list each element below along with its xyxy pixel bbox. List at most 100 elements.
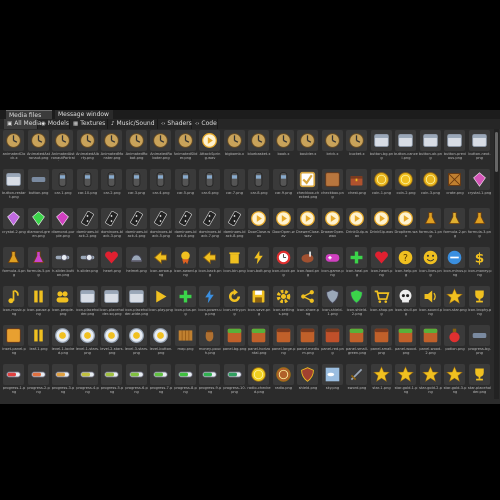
media-asset-item[interactable]: formula-4.png [2, 247, 26, 281]
tab-message-window[interactable]: Message window [55, 110, 113, 119]
media-asset-item[interactable]: panel-small.png [370, 325, 394, 359]
media-asset-item[interactable]: panel-wood.png [394, 325, 418, 359]
media-asset-item[interactable]: AnimatedRoboter.png [149, 130, 173, 164]
media-asset-item[interactable]: progress-6.png [125, 364, 149, 398]
filter-tab-models[interactable]: ◉ Models [38, 119, 70, 129]
media-asset-item[interactable]: icon-shield-2.png [345, 286, 369, 320]
media-asset-item[interactable]: car-9.png [272, 169, 296, 203]
media-asset-item[interactable]: bucket.x [345, 130, 369, 164]
media-asset-item[interactable]: icon-shield-1.png [321, 286, 345, 320]
media-asset-item[interactable]: checkbox.png [321, 169, 345, 203]
media-asset-item[interactable]: panel-bg.png [223, 325, 247, 359]
media-asset-item[interactable]: star-1.png [370, 364, 394, 398]
media-asset-item[interactable]: dominoes-black-8.png [223, 208, 247, 242]
media-asset-item[interactable]: chest.png [345, 169, 369, 203]
media-asset-item[interactable]: icon-food.png [296, 247, 320, 281]
media-asset-item[interactable]: car-2.png [100, 169, 124, 203]
media-asset-item[interactable]: icon-placeholder-sq.png [100, 286, 124, 320]
media-asset-item[interactable]: crystal-1.png [468, 169, 492, 203]
media-asset-item[interactable]: DropItem.wav [394, 208, 418, 242]
media-asset-item[interactable]: h-slider-button.png [51, 247, 75, 281]
media-asset-item[interactable]: diamond-green.png [27, 208, 51, 242]
filter-tab-shaders[interactable]: ‹› Shaders [158, 119, 192, 129]
media-asset-item[interactable]: icon-shop.png [370, 286, 394, 320]
media-asset-item[interactable]: formula-1.png [419, 208, 443, 242]
media-asset-item[interactable]: brick.x [321, 130, 345, 164]
media-asset-item[interactable]: DrawerClose.wav [296, 208, 320, 242]
media-asset-item[interactable]: icon-back.png [198, 247, 222, 281]
media-asset-item[interactable]: dominoes-black-3.png [100, 208, 124, 242]
media-asset-item[interactable]: icon-star.png [443, 286, 467, 320]
media-asset-item[interactable]: star-gold-1.png [394, 364, 418, 398]
media-asset-item[interactable]: potion.png [443, 325, 467, 359]
media-asset-item[interactable]: progress-1.png [2, 364, 26, 398]
media-asset-item[interactable]: level-1-locked.png [51, 325, 75, 359]
media-asset-item[interactable]: icon-lives.png [419, 247, 443, 281]
media-asset-item[interactable]: money-pouch.png [198, 325, 222, 359]
media-asset-item[interactable]: map.png [174, 325, 198, 359]
media-asset-item[interactable]: formula-5.png [27, 247, 51, 281]
media-asset-item[interactable]: formula-2.png [443, 208, 467, 242]
media-asset-item[interactable]: heart.png [100, 247, 124, 281]
media-asset-item[interactable]: icon-pause.png [27, 286, 51, 320]
media-asset-item[interactable]: formula-3.png [468, 208, 492, 242]
media-asset-item[interactable]: DoorOpen.wav [272, 208, 296, 242]
filter-tab-code[interactable]: ‹› Code [192, 119, 218, 129]
media-asset-item[interactable]: h-slider.png [76, 247, 100, 281]
media-asset-item[interactable]: icon-arrow.png [149, 247, 173, 281]
media-asset-item[interactable]: icon-plus.png [174, 286, 198, 320]
media-asset-item[interactable]: level-button.png [149, 325, 173, 359]
media-asset-item[interactable]: icon-people.png [51, 286, 75, 320]
media-asset-item[interactable]: icon-save.png [247, 286, 271, 320]
media-asset-item[interactable]: icon-power-up.png [198, 286, 222, 320]
media-asset-item[interactable]: progress-8.png [174, 364, 198, 398]
media-asset-item[interactable]: bigbomb.x [223, 130, 247, 164]
media-asset-item[interactable]: book.x [272, 130, 296, 164]
media-asset-item[interactable]: panel-horizontal.png [247, 325, 271, 359]
media-asset-item[interactable]: radio-checked.png [247, 364, 271, 398]
media-asset-item[interactable]: car-3.png [125, 169, 149, 203]
media-asset-item[interactable]: coin-3.png [419, 169, 443, 203]
scrollbar-thumb[interactable] [495, 132, 498, 172]
media-asset-item[interactable]: dominoes-black-6.png [174, 208, 198, 242]
media-asset-item[interactable]: level-2-stars.png [100, 325, 124, 359]
tab-media-files[interactable]: Media files [6, 110, 52, 119]
media-asset-item[interactable]: progress-9.png [198, 364, 222, 398]
media-asset-item[interactable]: $ icon-money.png [468, 247, 492, 281]
media-asset-item[interactable]: star-gold-2.png [419, 364, 443, 398]
media-asset-item[interactable]: level-1-stars.png [76, 325, 100, 359]
media-asset-item[interactable]: icon-bolt.png [247, 247, 271, 281]
media-asset-item[interactable]: level-3-stars.png [125, 325, 149, 359]
media-asset-item[interactable]: DrinkSip.wav [370, 208, 394, 242]
media-asset-item[interactable]: progress-4.png [76, 364, 100, 398]
media-asset-item[interactable]: car-10.png [76, 169, 100, 203]
media-asset-item[interactable]: car-8.png [247, 169, 271, 203]
filter-tab-music-sound[interactable]: ♪ Music/Sound [108, 119, 158, 129]
media-asset-item[interactable]: progress-10.png [223, 364, 247, 398]
media-asset-item[interactable]: AnimatedMonster.png [100, 130, 124, 164]
media-asset-item[interactable]: AnimatedAlbrty.png [76, 130, 100, 164]
media-asset-item[interactable]: button-cancel.png [394, 130, 418, 164]
media-asset-item[interactable]: car-5.png [174, 169, 198, 203]
media-asset-item[interactable]: sky.png [321, 364, 345, 398]
media-asset-item[interactable]: dominoes-black-4.png [125, 208, 149, 242]
media-asset-item[interactable]: icon-heal.png [345, 247, 369, 281]
media-asset-item[interactable]: diamond-purple.png [51, 208, 75, 242]
media-asset-item[interactable]: helmet.png [125, 247, 149, 281]
media-asset-item[interactable]: inset-panel.png [2, 325, 26, 359]
media-asset-item[interactable]: coin-2.png [394, 169, 418, 203]
media-asset-item[interactable]: icon-heart.png [370, 247, 394, 281]
media-asset-item[interactable]: panel-wood-2.png [419, 325, 443, 359]
media-asset-item[interactable]: car-6.png [198, 169, 222, 203]
media-asset-item[interactable]: panel-large.png [272, 325, 296, 359]
media-asset-item[interactable]: icon-music.png [2, 286, 26, 320]
media-asset-item[interactable]: dominoes-black-5.png [149, 208, 173, 242]
media-asset-item[interactable]: car-4.png [149, 169, 173, 203]
media-asset-item[interactable]: progress-7.png [149, 364, 173, 398]
media-asset-item[interactable]: DrawerOpen.wav [321, 208, 345, 242]
media-asset-item[interactable]: icon-placeholder.png [76, 286, 100, 320]
media-asset-item[interactable]: icon-play.png [149, 286, 173, 320]
media-asset-item[interactable]: progress-5.png [100, 364, 124, 398]
filter-tab-textures[interactable]: ▦ Textures [70, 119, 108, 129]
media-asset-item[interactable]: star-gold-3.png [443, 364, 467, 398]
